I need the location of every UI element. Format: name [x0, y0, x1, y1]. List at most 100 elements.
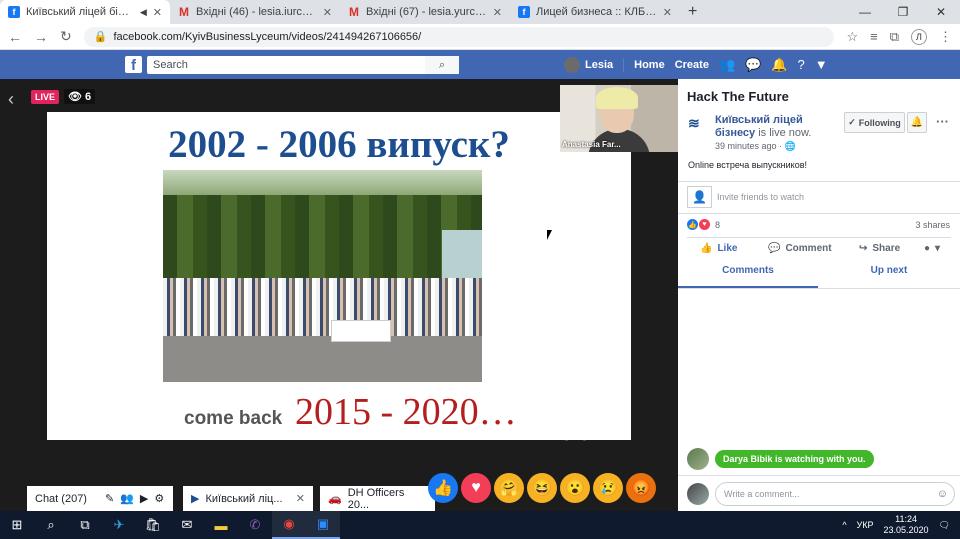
- language-indicator[interactable]: УКР: [857, 520, 874, 530]
- chat-window-1[interactable]: 🚗 DH Officers 20...: [320, 486, 435, 511]
- avatar[interactable]: [687, 448, 709, 470]
- reaction-summary[interactable]: 👍 ♥ 8: [687, 219, 720, 230]
- care-reaction-icon[interactable]: 🤗: [494, 473, 524, 503]
- tray-chevron-icon[interactable]: ^: [842, 520, 846, 530]
- home-link[interactable]: Home: [634, 59, 665, 71]
- time-ago: 39 minutes ago · 🌐: [715, 141, 796, 151]
- page-logo-icon[interactable]: ≋: [688, 115, 708, 133]
- search-icon[interactable]: ⌕: [425, 56, 459, 74]
- close-chat-icon[interactable]: ✕: [296, 492, 305, 505]
- new-tab-button[interactable]: +: [680, 0, 705, 24]
- viber-icon[interactable]: ✆: [238, 511, 272, 539]
- extensions-icon[interactable]: ⧉: [890, 29, 899, 45]
- reading-list-icon[interactable]: ≡: [870, 29, 878, 44]
- love-reaction-icon[interactable]: ♥: [461, 473, 491, 503]
- add-friend-icon: 👤: [692, 190, 707, 204]
- chat-window-0[interactable]: ▶ Київський ліц... ✕: [183, 486, 313, 511]
- haha-reaction-icon[interactable]: 😆: [527, 473, 557, 503]
- divider: [678, 213, 960, 214]
- tab-title: Київський ліцей бізнесу - Н: [26, 6, 134, 18]
- notifications-icon[interactable]: 🔔: [771, 57, 787, 73]
- divider: [678, 181, 960, 182]
- share-count[interactable]: 3 shares: [915, 220, 950, 230]
- divider: [678, 475, 960, 476]
- window-controls: — ❐ ✕: [846, 0, 960, 24]
- notification-center-icon[interactable]: 🗨: [939, 520, 950, 531]
- group-chat-icon: 🚗: [328, 493, 342, 505]
- group-icon[interactable]: 👥: [120, 492, 134, 505]
- chrome-icon[interactable]: ◉: [272, 511, 306, 539]
- settings-icon[interactable]: ⚙: [154, 492, 164, 505]
- friends-icon[interactable]: 👥: [719, 57, 735, 73]
- video-player[interactable]: ‹ LIVE 👁 6 2002 - 2006 випуск? come back…: [0, 79, 678, 511]
- tab-comments[interactable]: Comments: [678, 265, 818, 276]
- speaker-icon[interactable]: ◀: [140, 7, 147, 18]
- profile-mini-icon: ●: [924, 243, 931, 254]
- close-tab-icon[interactable]: ✕: [153, 6, 162, 19]
- restore-icon[interactable]: ❐: [884, 0, 922, 24]
- following-button[interactable]: ✓ Following: [844, 112, 905, 133]
- time-ago-text[interactable]: 39 minutes ago: [715, 141, 777, 151]
- invite-friends-text[interactable]: Invite friends to watch: [717, 192, 804, 202]
- forward-icon[interactable]: →: [34, 29, 48, 45]
- minimize-icon[interactable]: —: [846, 0, 884, 24]
- search-icon[interactable]: ⌕: [34, 511, 68, 539]
- comment-button[interactable]: 💬 Comment: [768, 243, 832, 254]
- mail-icon[interactable]: ✉: [170, 511, 204, 539]
- close-window-icon[interactable]: ✕: [922, 0, 960, 24]
- share-button[interactable]: ↪ Share: [859, 243, 900, 254]
- mouse-cursor-icon: [547, 230, 552, 240]
- comment-input[interactable]: Write a comment... ☺: [715, 482, 955, 506]
- chat-sidebar-toggle[interactable]: Chat (207) ✎ 👥 ▶ ⚙: [27, 486, 173, 511]
- like-button[interactable]: 👍 Like: [700, 243, 737, 254]
- angry-reaction-icon[interactable]: 😡: [626, 473, 656, 503]
- video-call-icon[interactable]: ▶: [140, 492, 148, 505]
- notify-bell-button[interactable]: 🔔: [907, 112, 927, 133]
- search-input[interactable]: Search ⌕: [147, 56, 459, 74]
- back-icon[interactable]: ←: [8, 29, 22, 45]
- wow-reaction-icon[interactable]: 😮: [560, 473, 590, 503]
- task-view-icon[interactable]: ⧉: [68, 511, 102, 539]
- close-tab-icon[interactable]: ✕: [323, 6, 332, 19]
- messenger-icon[interactable]: 💬: [745, 57, 761, 73]
- close-tab-icon[interactable]: ✕: [663, 6, 672, 19]
- user-name-link[interactable]: Lesia: [585, 59, 613, 71]
- reload-icon[interactable]: ↻: [60, 28, 72, 45]
- like-reaction-icon[interactable]: 👍: [428, 473, 458, 503]
- user-avatar[interactable]: [564, 56, 580, 73]
- star-icon[interactable]: ☆: [846, 29, 858, 45]
- create-link[interactable]: Create: [675, 59, 709, 71]
- telegram-icon[interactable]: ✈: [102, 511, 136, 539]
- store-icon[interactable]: 🛍: [136, 511, 170, 539]
- facebook-logo-icon[interactable]: f: [125, 56, 142, 73]
- more-options-icon[interactable]: ···: [936, 114, 949, 129]
- back-arrow-icon[interactable]: ‹: [8, 89, 14, 110]
- file-explorer-icon[interactable]: ▬: [204, 511, 238, 539]
- sad-reaction-icon[interactable]: 😢: [593, 473, 623, 503]
- browser-tab-3[interactable]: f Лицей бизнеса :: КЛБ :: Лицей б ✕: [510, 0, 680, 24]
- menu-icon[interactable]: ⋮: [939, 29, 952, 45]
- browser-tab-0[interactable]: f Київський ліцей бізнесу - Н ◀ ✕: [0, 0, 170, 24]
- emoji-icon[interactable]: ☺: [937, 488, 948, 500]
- help-icon[interactable]: ?: [798, 57, 805, 72]
- facebook-header: f Search ⌕ Lesia Home Create 👥 💬 🔔 ? ▼: [0, 50, 960, 79]
- invite-friends-button[interactable]: 👤: [687, 186, 712, 208]
- live-now-text: is live now.: [758, 127, 812, 139]
- account-menu-icon[interactable]: ▼: [815, 57, 828, 72]
- slide-years: 2015 - 2020…: [295, 391, 517, 433]
- url-field[interactable]: 🔒 facebook.com/KyivBusinessLyceum/videos…: [83, 26, 835, 47]
- profile-avatar[interactable]: Л: [911, 28, 927, 45]
- browser-tab-2[interactable]: M Вхідні (67) - lesia.yurchyshyn@k ✕: [340, 0, 510, 24]
- windows-start-icon[interactable]: ⊞: [0, 511, 34, 539]
- close-tab-icon[interactable]: ✕: [493, 6, 502, 19]
- browser-tab-1[interactable]: M Вхідні (46) - lesia.iurchyshyn@n ✕: [170, 0, 340, 24]
- compose-icon[interactable]: ✎: [105, 492, 114, 505]
- comment-placeholder: Write a comment...: [724, 489, 800, 499]
- reaction-bar: 👍 ♥ 🤗 😆 😮 😢 😡: [428, 473, 656, 503]
- zoom-app-icon[interactable]: ▣: [306, 511, 340, 539]
- comment-label: Comment: [785, 243, 832, 254]
- post-as-selector[interactable]: ● ▾: [924, 243, 940, 254]
- clock[interactable]: 11:24 23.05.2020: [884, 514, 929, 536]
- zoom-watermark: zoom: [543, 412, 621, 447]
- tab-up-next[interactable]: Up next: [818, 265, 960, 276]
